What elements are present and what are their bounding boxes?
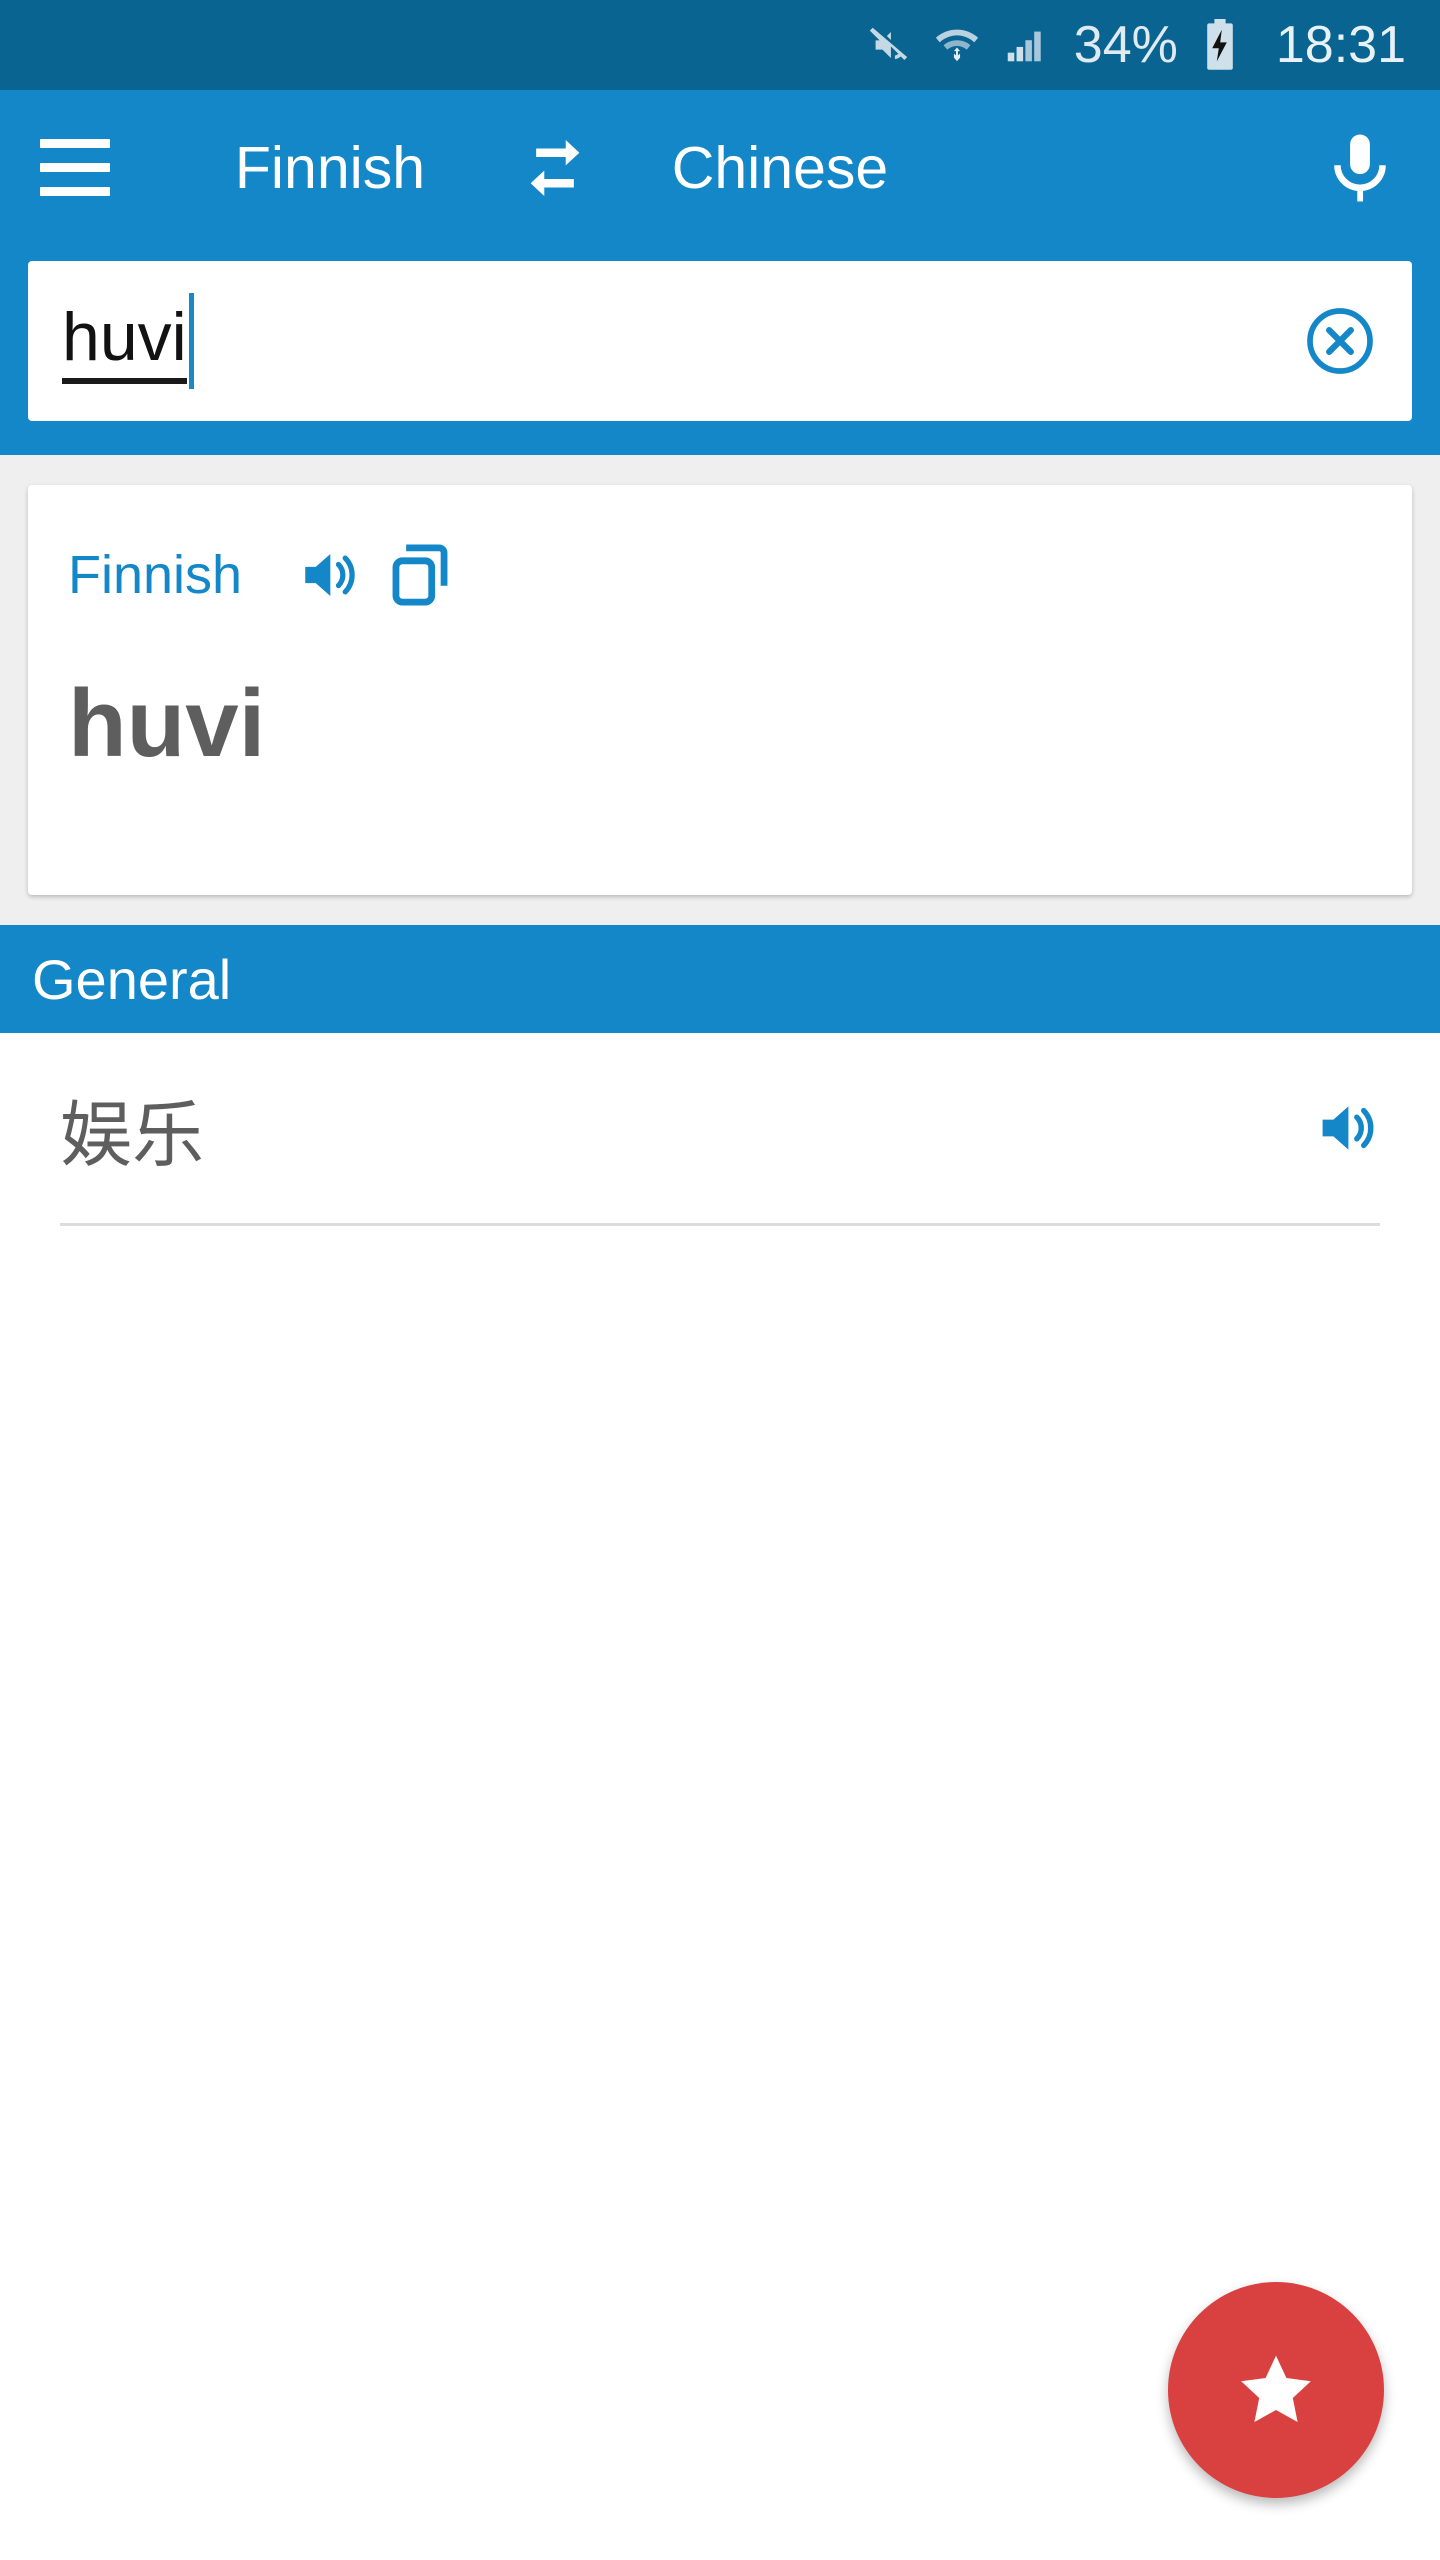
text-cursor bbox=[188, 293, 194, 389]
microphone-icon[interactable] bbox=[1280, 90, 1440, 245]
translation-text: 娱乐 bbox=[60, 1095, 205, 1176]
speaker-icon[interactable] bbox=[1300, 1082, 1392, 1174]
copy-icon[interactable] bbox=[374, 529, 466, 621]
search-input[interactable]: huvi bbox=[28, 261, 1412, 421]
translation-result-list: 娱乐 bbox=[0, 1033, 1440, 1226]
swap-horizontal-icon[interactable] bbox=[480, 90, 630, 245]
app-bar: Finnish Chinese huvi bbox=[0, 90, 1440, 455]
cellular-signal-icon bbox=[1002, 22, 1048, 68]
status-clock: 18:31 bbox=[1275, 16, 1406, 74]
search-value: huvi bbox=[62, 298, 187, 385]
speaker-icon[interactable] bbox=[282, 529, 374, 621]
battery-charging-icon bbox=[1200, 19, 1240, 71]
list-item[interactable]: 娱乐 bbox=[0, 1033, 1440, 1223]
wifi-icon bbox=[934, 22, 980, 68]
favorites-fab[interactable] bbox=[1168, 2282, 1384, 2498]
hamburger-bar bbox=[40, 139, 110, 148]
source-term: huvi bbox=[68, 670, 266, 777]
app-screen: 34% 18:31 Finnish Chinese huvi Finnish h… bbox=[0, 0, 1440, 2560]
card-language-label: Finnish bbox=[68, 545, 243, 605]
card-header: Finnish bbox=[68, 529, 1372, 621]
status-bar: 34% 18:31 bbox=[0, 0, 1440, 90]
section-header-general: General bbox=[0, 925, 1440, 1033]
battery-percent-label: 34% bbox=[1073, 16, 1178, 74]
search-value-wrap: huvi bbox=[62, 261, 1302, 421]
source-term-card: Finnish huvi bbox=[28, 485, 1412, 895]
hamburger-bar bbox=[40, 187, 110, 196]
target-language-button[interactable]: Chinese bbox=[630, 134, 930, 202]
content-area: Finnish huvi General bbox=[0, 455, 1440, 1033]
star-icon bbox=[1241, 2355, 1311, 2422]
search-bar-container: huvi bbox=[0, 245, 1440, 455]
app-bar-row: Finnish Chinese bbox=[0, 90, 1440, 245]
mute-icon bbox=[866, 22, 912, 68]
hamburger-bar bbox=[40, 163, 110, 172]
source-language-button[interactable]: Finnish bbox=[180, 134, 480, 202]
hamburger-menu-icon[interactable] bbox=[0, 90, 150, 245]
clear-circle-icon[interactable] bbox=[1302, 303, 1378, 379]
section-header-label: General bbox=[32, 947, 232, 1011]
